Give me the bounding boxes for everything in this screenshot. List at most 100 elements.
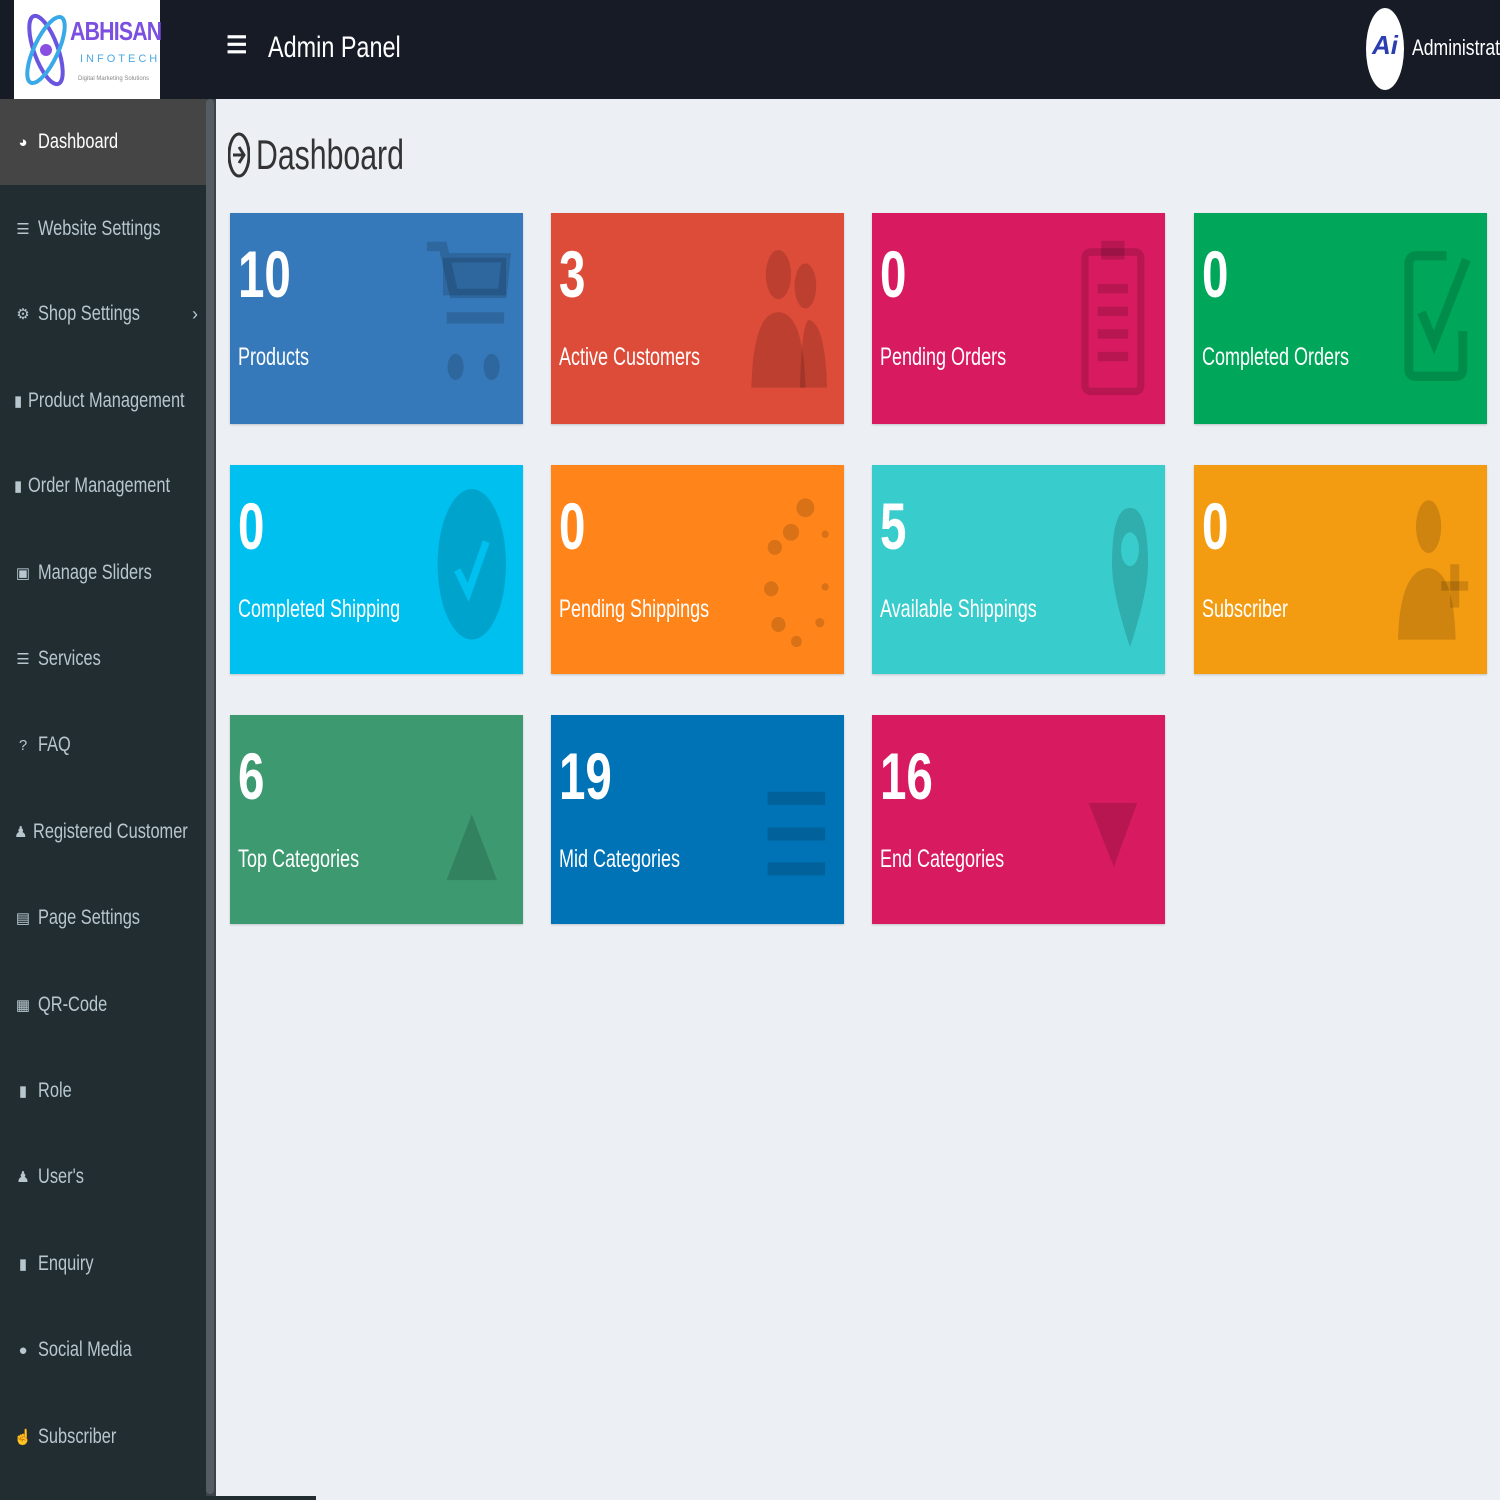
globe-icon: ● (18, 1341, 28, 1359)
horizontal-scrollbar[interactable] (44, 1496, 316, 1500)
sidebar-scrollbar-thumb[interactable] (206, 99, 214, 1494)
sidebar-item-faq[interactable]: ? FAQ (0, 702, 206, 788)
sidebar-item-label: QR-Code (38, 993, 108, 1016)
stat-tile-active-customers[interactable]: 3 Active Customers (551, 213, 844, 424)
sidebar-item-dashboard[interactable]: ◕ Dashboard (0, 99, 206, 185)
spinner-icon (764, 498, 829, 648)
stat-label: Completed Orders (1202, 343, 1350, 371)
triangle-down-icon (1088, 803, 1138, 867)
brand-logo[interactable]: ABHISAN INFOTECH Digital Marketing Solut… (14, 0, 162, 99)
mobile-icon: ▮ (18, 1256, 28, 1273)
user-icon: ♟ (16, 1169, 30, 1186)
stat-value: 3 (559, 237, 586, 311)
logo-atom-icon (25, 13, 67, 87)
top-navbar (0, 0, 1500, 99)
stat-value: 5 (880, 489, 907, 563)
sidebar-item-label: Page Settings (38, 906, 140, 929)
bars-icon (767, 791, 826, 876)
sidebar-item-label: Website Settings (38, 217, 161, 240)
stat-label: Completed Shipping (238, 595, 401, 623)
sidebar-item-label: Social Media (38, 1338, 132, 1361)
stat-label: Products (238, 343, 310, 371)
sidebar-item-label: Shop Settings (38, 302, 140, 325)
sidebar-item-label: Order Management (28, 474, 171, 497)
sidebar-item-product-management[interactable]: ▮ Product Management (0, 358, 206, 444)
sidebar-item-manage-sliders[interactable]: ▣ Manage Sliders (0, 530, 206, 616)
sidebar-item-page-settings[interactable]: ▤ Page Settings (0, 875, 206, 961)
stat-tile-pending-shippings[interactable]: 0 Pending Shippings (551, 465, 844, 674)
stat-value: 0 (559, 489, 586, 563)
sidebar-item-shop-settings[interactable]: ⚙ Shop Settings › (0, 271, 206, 357)
stat-tile-completed-orders[interactable]: 0 Completed Orders (1194, 213, 1487, 424)
sidebar-item-label: User's (38, 1165, 84, 1188)
shopping-bag-icon: ▮ (14, 393, 23, 410)
shopping-cart-icon (426, 241, 511, 381)
sidebar-item-label: FAQ (38, 733, 71, 756)
sidebar-item-label: Enquiry (38, 1252, 94, 1275)
sidebar-item-label: Role (38, 1079, 72, 1102)
stat-value: 10 (238, 237, 291, 311)
clipboard-icon (1081, 240, 1145, 396)
sidebar-item-order-management[interactable]: ▮ Order Management (0, 443, 206, 529)
list-icon: ☰ (16, 651, 30, 668)
stat-tile-subscriber[interactable]: 0 Subscriber (1194, 465, 1487, 674)
file-icon: ▮ (14, 478, 23, 495)
sidebar-item-label: Services (38, 647, 101, 670)
qrcode-icon: ▦ (15, 997, 31, 1014)
logo-title: ABHISAN (70, 16, 162, 46)
stat-tile-completed-shipping[interactable]: 0 Completed Shipping (230, 465, 523, 674)
sidebar-item-user-s[interactable]: ♟ User's (0, 1134, 206, 1220)
sidebar-item-label: Registered Customer (33, 820, 189, 843)
check-square-icon (1404, 251, 1471, 381)
sidebar-item-qr-code[interactable]: ▦ QR-Code (0, 962, 206, 1048)
stat-tile-available-shippings[interactable]: 5 Available Shippings (872, 465, 1165, 674)
sidebar-item-services[interactable]: ☰ Services (0, 616, 206, 702)
stat-tile-top-categories[interactable]: 6 Top Categories (230, 715, 523, 924)
stat-value: 16 (880, 739, 933, 813)
sidebar-item-label: Product Management (28, 389, 185, 412)
sidebar-item-registered-customer[interactable]: ♟ Registered Customer (0, 789, 206, 875)
sidebar-item-enquiry[interactable]: ▮ Enquiry (0, 1221, 206, 1307)
stat-label: Available Shippings (880, 595, 1037, 623)
sidebar-item-role[interactable]: ▮ Role (0, 1048, 206, 1134)
dashboard-icon: ◕ (18, 133, 28, 151)
stat-label: Active Customers (559, 343, 701, 371)
avatar-initials: Ai (1372, 30, 1398, 60)
chevron-right-icon[interactable]: › (192, 304, 198, 325)
stat-tile-pending-orders[interactable]: 0 Pending Orders (872, 213, 1165, 424)
stat-value: 6 (238, 739, 265, 813)
stat-tile-mid-categories[interactable]: 19 Mid Categories (551, 715, 844, 924)
map-marker-icon (1112, 507, 1148, 648)
sidebar-item-label: Manage Sliders (38, 561, 152, 584)
stat-label: Subscriber (1202, 595, 1289, 623)
stat-label: Mid Categories (559, 845, 681, 873)
sidebar-item-social-media[interactable]: ● Social Media (0, 1307, 206, 1393)
stat-label: Top Categories (238, 845, 360, 873)
triangle-up-icon (446, 814, 497, 881)
lock-icon: ▮ (18, 1083, 28, 1100)
user-name[interactable]: Administrator (1412, 35, 1500, 61)
page-title: Dashboard (256, 131, 404, 178)
stat-value: 0 (880, 237, 907, 311)
stat-value: 0 (1202, 237, 1229, 311)
image-icon: ▣ (15, 565, 31, 582)
stat-value: 19 (559, 739, 612, 813)
stat-value: 0 (238, 489, 265, 563)
sidebar-item-subscriber[interactable]: ☝ Subscriber (0, 1394, 206, 1480)
users-icon (751, 250, 827, 388)
stat-tile-products[interactable]: 10 Products (230, 213, 523, 424)
cogs-icon: ⚙ (16, 306, 30, 323)
logo-tagline: Digital Marketing Solutions (78, 76, 150, 82)
sidebar-item-label: Subscriber (38, 1425, 117, 1448)
avatar[interactable]: Ai (1366, 8, 1404, 90)
stat-tile-end-categories[interactable]: 16 End Categories (872, 715, 1165, 924)
app-title: Admin Panel (268, 31, 401, 64)
stat-value: 0 (1202, 489, 1229, 563)
sliders-icon: ☰ (16, 221, 30, 238)
user-plus-icon (1398, 500, 1469, 640)
sidebar-item-website-settings[interactable]: ☰ Website Settings (0, 186, 206, 272)
thumbs-up-icon: ☝ (13, 1429, 33, 1446)
stat-label: End Categories (880, 845, 1005, 873)
stat-label: Pending Orders (880, 343, 1007, 371)
hamburger-icon[interactable]: ☰ (226, 34, 248, 58)
